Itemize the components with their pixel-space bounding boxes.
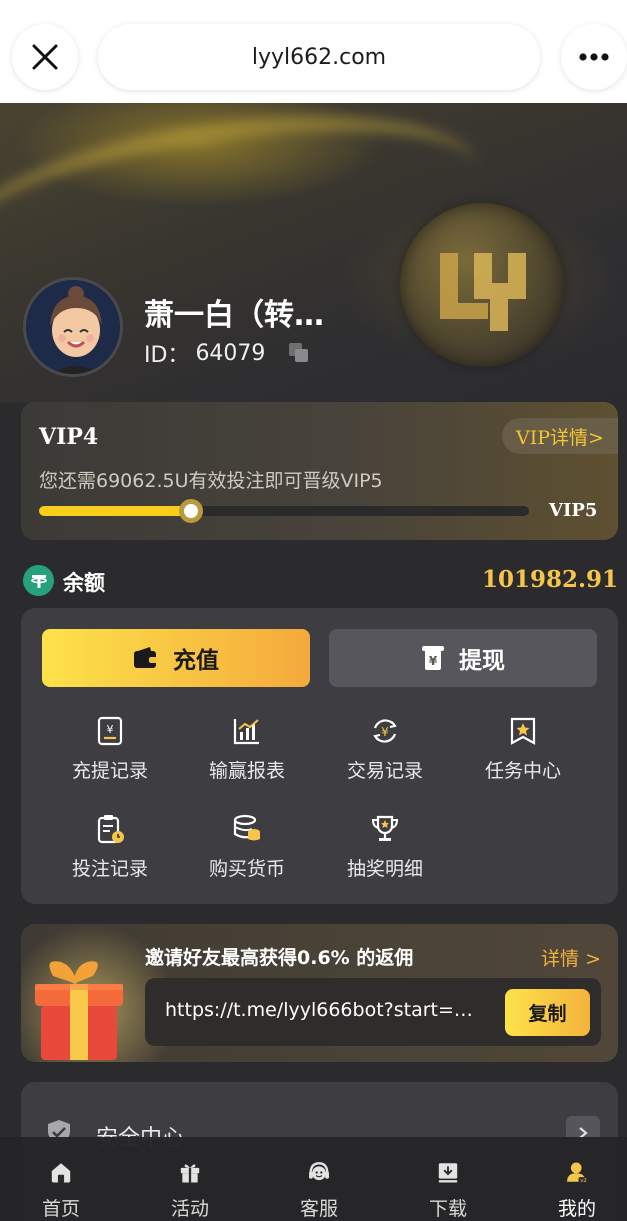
copy-link-button[interactable]: 复制 (505, 989, 590, 1036)
grid-label: 输赢报表 (208, 760, 285, 782)
wallet-icon (134, 647, 157, 668)
svg-text:¥: ¥ (107, 723, 114, 736)
grid-label: 抽奖明细 (346, 858, 423, 880)
nav-label: 下载 (428, 1198, 467, 1220)
vip-detail-button[interactable]: VIP详情> (502, 418, 618, 454)
yen-exchange-icon: ¥ (373, 719, 397, 743)
deposit-button[interactable]: 充值 (42, 629, 310, 687)
balance-value: 101982.91 (481, 566, 618, 593)
user-id-label: ID： (144, 343, 190, 368)
close-icon (32, 44, 58, 70)
user-badge-text: v2 (580, 1178, 587, 1184)
balance-row: 余额 101982.91 (21, 562, 618, 598)
vip-progress-fill (39, 506, 191, 516)
clipboard-clock-icon (97, 815, 124, 844)
grid-bet-records[interactable]: 投注记录 (50, 810, 170, 890)
nav-label: 我的 (557, 1198, 596, 1220)
headset-icon (309, 1162, 329, 1181)
download-icon (438, 1163, 458, 1183)
balance-label: 余额 (63, 571, 105, 595)
nav-item-activities[interactable]: 活动 (135, 1137, 245, 1221)
invite-link-box: https://t.me/lyyl666bot?start=… 复制 (145, 978, 601, 1046)
copy-id-icon[interactable] (288, 342, 310, 364)
url-bar[interactable]: lyyl662.com (98, 24, 540, 90)
trophy-icon (371, 815, 399, 841)
vip-progress-knob (178, 499, 203, 523)
avatar[interactable] (23, 277, 123, 377)
vip-card: VIP4 VIP详情> 您还需69062.5U有效投注即可晋级VIP5 VIP5 (21, 402, 618, 540)
grid-label: 投注记录 (71, 858, 148, 880)
bottom-nav: 首页 活动 客服 下载 v2 我的 (0, 1137, 627, 1221)
user-id-value: 64079 (195, 340, 266, 366)
grid-lottery-details[interactable]: 抽奖明细 (325, 810, 445, 890)
withdraw-receipt-icon: ¥ (422, 646, 444, 670)
nav-item-download[interactable]: 下载 (393, 1137, 503, 1221)
grid-transaction-records[interactable]: ¥ 交易记录 (325, 712, 445, 792)
coin-stack-icon (233, 814, 260, 841)
invite-card: 邀请好友最高获得0.6% 的返佣 详情 > https://t.me/lyyl6… (21, 924, 618, 1062)
more-options-button[interactable] (561, 24, 627, 90)
home-icon (51, 1163, 71, 1183)
star-badge-icon (510, 717, 536, 745)
nav-item-mine[interactable]: v2 我的 (522, 1137, 627, 1221)
grid-label: 交易记录 (346, 760, 423, 782)
wallet-panel: 充值 ¥ 提现 ¥ 充提记录 输赢报表 ¥ 交易记录 任务中心 投注记录 购买货… (21, 608, 618, 904)
invite-title: 邀请好友最高获得0.6% 的返佣 (145, 947, 414, 969)
gift-box-icon (35, 961, 123, 1060)
vip-upgrade-hint: 您还需69062.5U有效投注即可晋级VIP5 (39, 470, 383, 492)
grid-task-center[interactable]: 任务中心 (463, 712, 583, 792)
brand-logo (400, 203, 564, 367)
more-dots-icon (579, 53, 609, 61)
tether-icon (23, 565, 54, 596)
vip-level: VIP4 (39, 424, 99, 450)
nav-item-home[interactable]: 首页 (6, 1137, 116, 1221)
nav-label: 首页 (41, 1198, 80, 1220)
grid-label: 购买货币 (208, 858, 285, 880)
grid-label: 充提记录 (71, 760, 148, 782)
ledger-icon: ¥ (97, 716, 123, 746)
svg-text:¥: ¥ (381, 725, 389, 739)
grid-win-loss-report[interactable]: 输赢报表 (187, 712, 307, 792)
grid-label: 任务中心 (484, 760, 561, 782)
url-text: lyyl662.com (251, 44, 387, 70)
user-id: ID： 64079 (144, 337, 265, 369)
nav-item-support[interactable]: 客服 (264, 1137, 374, 1221)
withdraw-label: 提现 (459, 648, 505, 674)
nav-label: 客服 (299, 1198, 338, 1220)
vip-progress-bar (39, 499, 529, 523)
close-button[interactable] (12, 24, 78, 90)
brand-logo-mark-icon (440, 253, 526, 331)
grid-buy-currency[interactable]: 购买货币 (187, 810, 307, 890)
nav-label: 活动 (170, 1198, 209, 1220)
user-icon: v2 (567, 1162, 589, 1184)
vip-next-level: VIP5 (549, 500, 598, 521)
deposit-label: 充值 (173, 648, 219, 674)
svg-text:¥: ¥ (429, 654, 438, 668)
user-name: 萧一白（转… (144, 298, 324, 333)
gift-icon (180, 1164, 200, 1183)
invite-link-text[interactable]: https://t.me/lyyl666bot?start=… (165, 999, 490, 1021)
browser-top-bar: lyyl662.com (0, 0, 627, 103)
grid-deposit-withdraw-records[interactable]: ¥ 充提记录 (50, 712, 170, 792)
bar-chart-icon (233, 719, 259, 745)
withdraw-button[interactable]: ¥ 提现 (329, 629, 597, 687)
invite-detail-link[interactable]: 详情 > (541, 944, 601, 971)
